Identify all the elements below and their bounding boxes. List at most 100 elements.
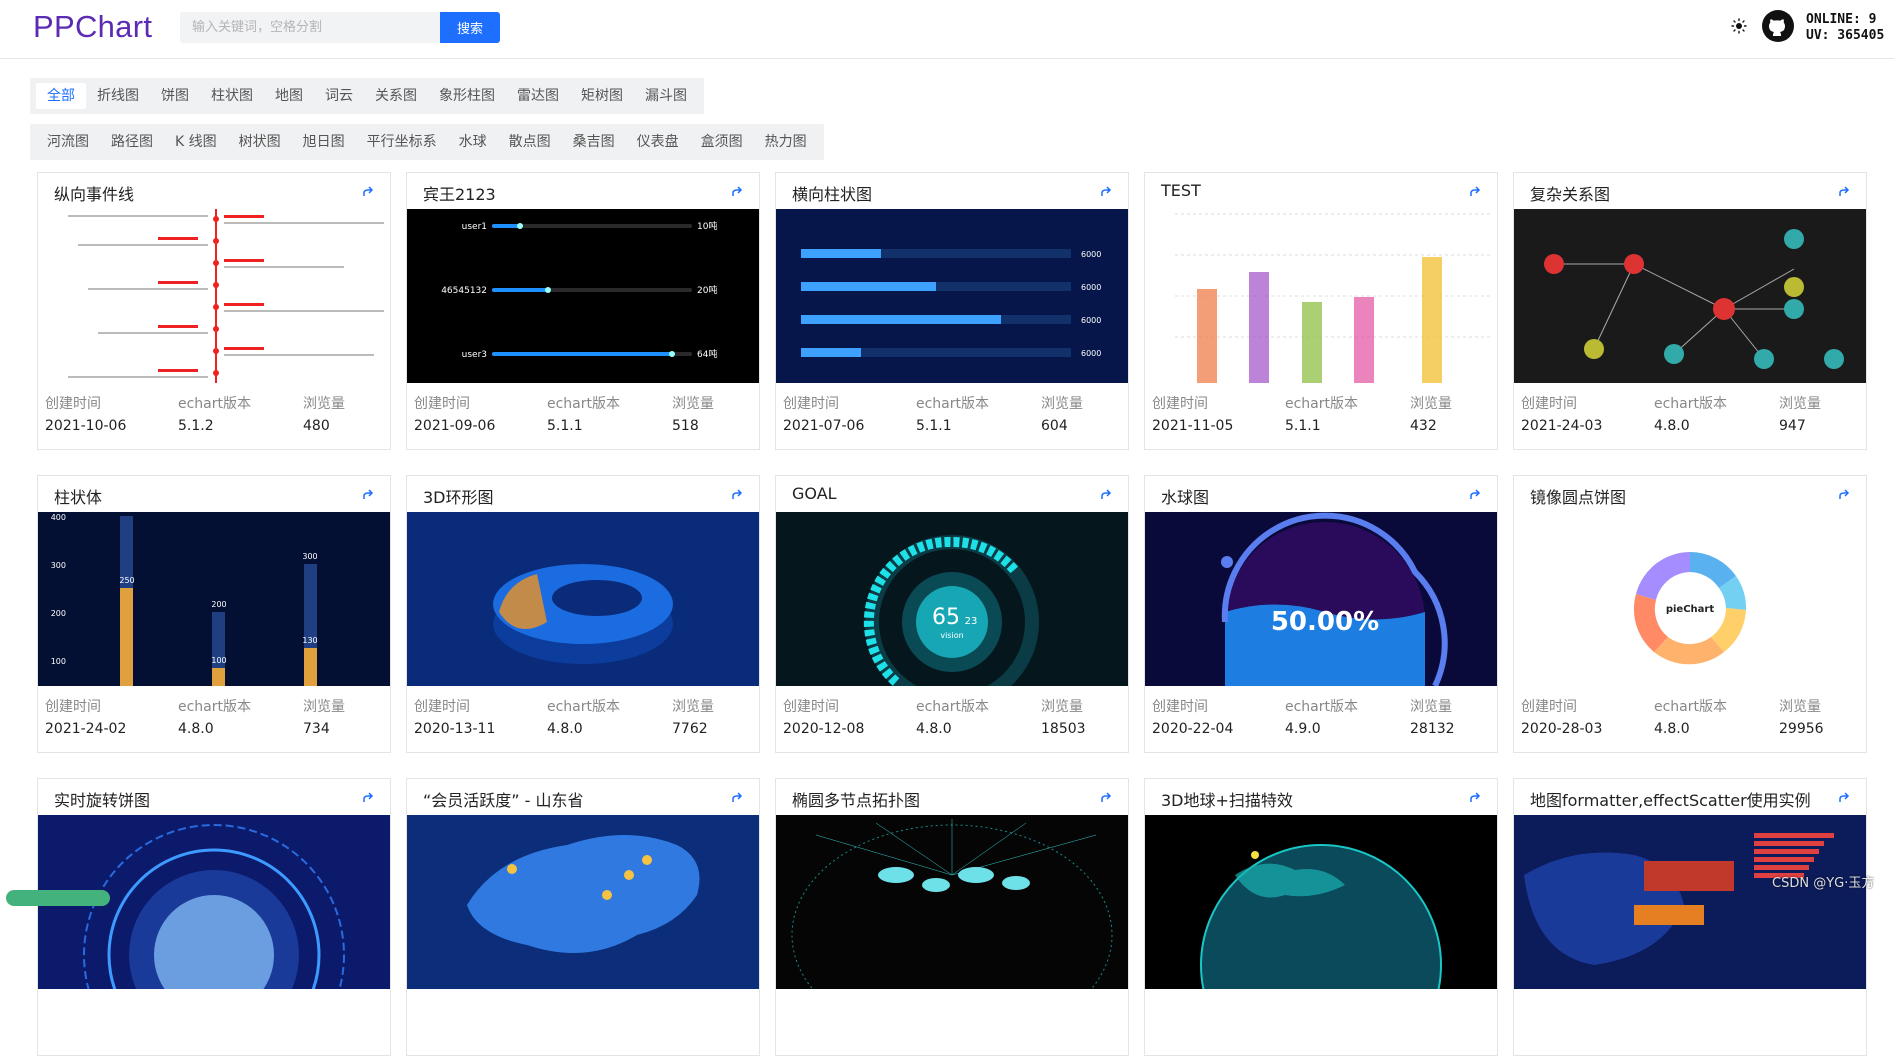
echart-version: 5.1.1 [1285,418,1321,434]
hatched-bar-preview [1175,213,1490,383]
chart-thumbnail[interactable]: 400 300 200 100 250 200 300 100 130 [38,512,390,686]
view-count: 28132 [1410,721,1455,737]
tab-pictorial-bar[interactable]: 象形柱图 [428,83,506,109]
card-title: 椭圆多节点拓扑图 [792,791,921,810]
tab-lines[interactable]: 路径图 [100,129,164,155]
bar-label: 130 [302,636,317,645]
meta-label: 浏览量 [672,699,714,715]
chart-thumbnail[interactable] [407,512,759,686]
card-title: 镜像圆点饼图 [1530,488,1627,507]
share-icon[interactable] [731,487,745,501]
tab-funnel[interactable]: 漏斗图 [634,83,698,109]
chart-card[interactable]: 纵向事件线 创建时间 echart版本 浏览量 2021-10-06 5.1.2… [37,172,391,450]
chart-card[interactable]: 椭圆多节点拓扑图 [775,778,1129,1056]
chart-card[interactable]: 镜像圆点饼图 pieChart 创建时间 echart版本 浏览量 2020-2… [1513,475,1867,753]
tab-liquidfill[interactable]: 水球 [448,129,498,155]
axis-tick: 300 [51,561,66,570]
bar-value: 20吨 [697,284,717,296]
chart-thumbnail[interactable] [38,209,390,383]
meta-label: 浏览量 [1041,699,1083,715]
chart-thumbnail[interactable]: 50.00% [1145,512,1497,686]
share-icon[interactable] [362,184,376,198]
chart-card[interactable]: 实时旋转饼图 [37,778,391,1056]
tab-graph[interactable]: 关系图 [364,83,428,109]
share-icon[interactable] [1838,790,1852,804]
chart-card[interactable]: 复杂关系图 创建时间 echart版本 浏览量 2021-24-03 4.8.0… [1513,172,1867,450]
tab-gauge[interactable]: 仪表盘 [626,129,690,155]
share-icon[interactable] [1100,790,1114,804]
chart-thumbnail[interactable] [1514,815,1866,989]
share-icon[interactable] [1469,487,1483,501]
liquid-value: 50.00% [1271,607,1379,637]
share-icon[interactable] [731,790,745,804]
floating-badge[interactable] [6,890,110,906]
sun-icon[interactable] [1731,18,1747,34]
share-icon[interactable] [731,184,745,198]
tab-parallel[interactable]: 平行坐标系 [356,129,448,155]
tab-scatter[interactable]: 散点图 [498,129,562,155]
share-icon[interactable] [1100,184,1114,198]
card-title: 柱状体 [54,488,103,507]
chart-card[interactable]: 3D环形图 创建时间 echart版本 浏览量 2020-13-11 4.8.0… [406,475,760,753]
view-count: 29956 [1779,721,1824,737]
tab-line[interactable]: 折线图 [86,83,150,109]
share-icon[interactable] [1469,184,1483,198]
meta-label: echart版本 [1285,396,1359,412]
chart-thumbnail[interactable]: 65 23 vision [776,512,1128,686]
chart-thumbnail[interactable] [1145,815,1497,989]
card-title: 宾王2123 [423,185,496,204]
tab-map[interactable]: 地图 [264,83,314,109]
tab-boxplot[interactable]: 盒须图 [690,129,754,155]
chart-card[interactable]: “会员活跃度” - 山东省 [406,778,760,1056]
top-header: PPChart 搜索 ONLINE: 9 UV: 365405 [0,0,1894,59]
logo[interactable]: PPChart [33,9,152,45]
github-icon[interactable] [1762,10,1794,42]
bar-value: 6000 [1081,316,1101,325]
share-icon[interactable] [1838,487,1852,501]
tab-tree[interactable]: 树状图 [228,129,292,155]
bar-value: 64吨 [697,348,717,360]
tab-sunburst[interactable]: 旭日图 [292,129,356,155]
tab-themeriver[interactable]: 河流图 [36,129,100,155]
axis-tick: 200 [51,609,66,618]
share-icon[interactable] [1100,487,1114,501]
chart-card[interactable]: 横向柱状图 6000 6000 6000 6000 创建时间 echart版本 … [775,172,1129,450]
search-input[interactable] [180,12,440,43]
tab-all[interactable]: 全部 [36,83,86,109]
tab-sankey[interactable]: 桑吉图 [562,129,626,155]
china-map-preview [467,835,700,953]
tab-treemap[interactable]: 矩树图 [570,83,634,109]
tab-pie[interactable]: 饼图 [150,83,200,109]
tab-candlestick[interactable]: K 线图 [164,129,228,155]
share-icon[interactable] [362,790,376,804]
echart-version: 4.8.0 [1654,721,1690,737]
chart-card[interactable]: 宾王2123 user1 46545132 user3 10吨 20吨 64吨 … [406,172,760,450]
meta-label: 浏览量 [303,699,345,715]
share-icon[interactable] [1838,184,1852,198]
share-icon[interactable] [362,487,376,501]
chart-card[interactable]: TEST 创建时间 echart版本 浏览量 2021-11-05 5.1.1 … [1144,172,1498,450]
chart-card[interactable]: 柱状体 400 300 200 100 250 200 300 100 130 … [37,475,391,753]
created-date: 2021-11-05 [1152,418,1234,434]
tab-heatmap[interactable]: 热力图 [754,129,818,155]
chart-card[interactable]: 水球图 50.00% 创建时间 echart版本 浏览量 2020-22-04 … [1144,475,1498,753]
chart-thumbnail[interactable] [776,815,1128,989]
card-title: 横向柱状图 [792,185,873,204]
tab-wordcloud[interactable]: 词云 [314,83,364,109]
chart-thumbnail[interactable] [407,815,759,989]
chart-card[interactable]: 地图formatter,effectScatter使用实例 [1513,778,1867,1056]
meta-label: echart版本 [1285,699,1359,715]
chart-thumbnail[interactable]: pieChart [1514,512,1866,686]
search-button[interactable]: 搜索 [440,12,500,43]
chart-thumbnail[interactable] [1145,209,1497,383]
chart-card[interactable]: 3D地球+扫描特效 [1144,778,1498,1056]
tab-bar[interactable]: 柱状图 [200,83,264,109]
chart-thumbnail[interactable] [1514,209,1866,383]
chart-card[interactable]: GOAL 65 23 vision 创建时间 echart版本 浏览量 2020… [775,475,1129,753]
card-title: 3D地球+扫描特效 [1161,791,1293,810]
chart-thumbnail[interactable]: 6000 6000 6000 6000 [776,209,1128,383]
chart-thumbnail[interactable]: user1 46545132 user3 10吨 20吨 64吨 [407,209,759,383]
tab-radar[interactable]: 雷达图 [506,83,570,109]
ring3d-preview [493,564,673,664]
share-icon[interactable] [1469,790,1483,804]
